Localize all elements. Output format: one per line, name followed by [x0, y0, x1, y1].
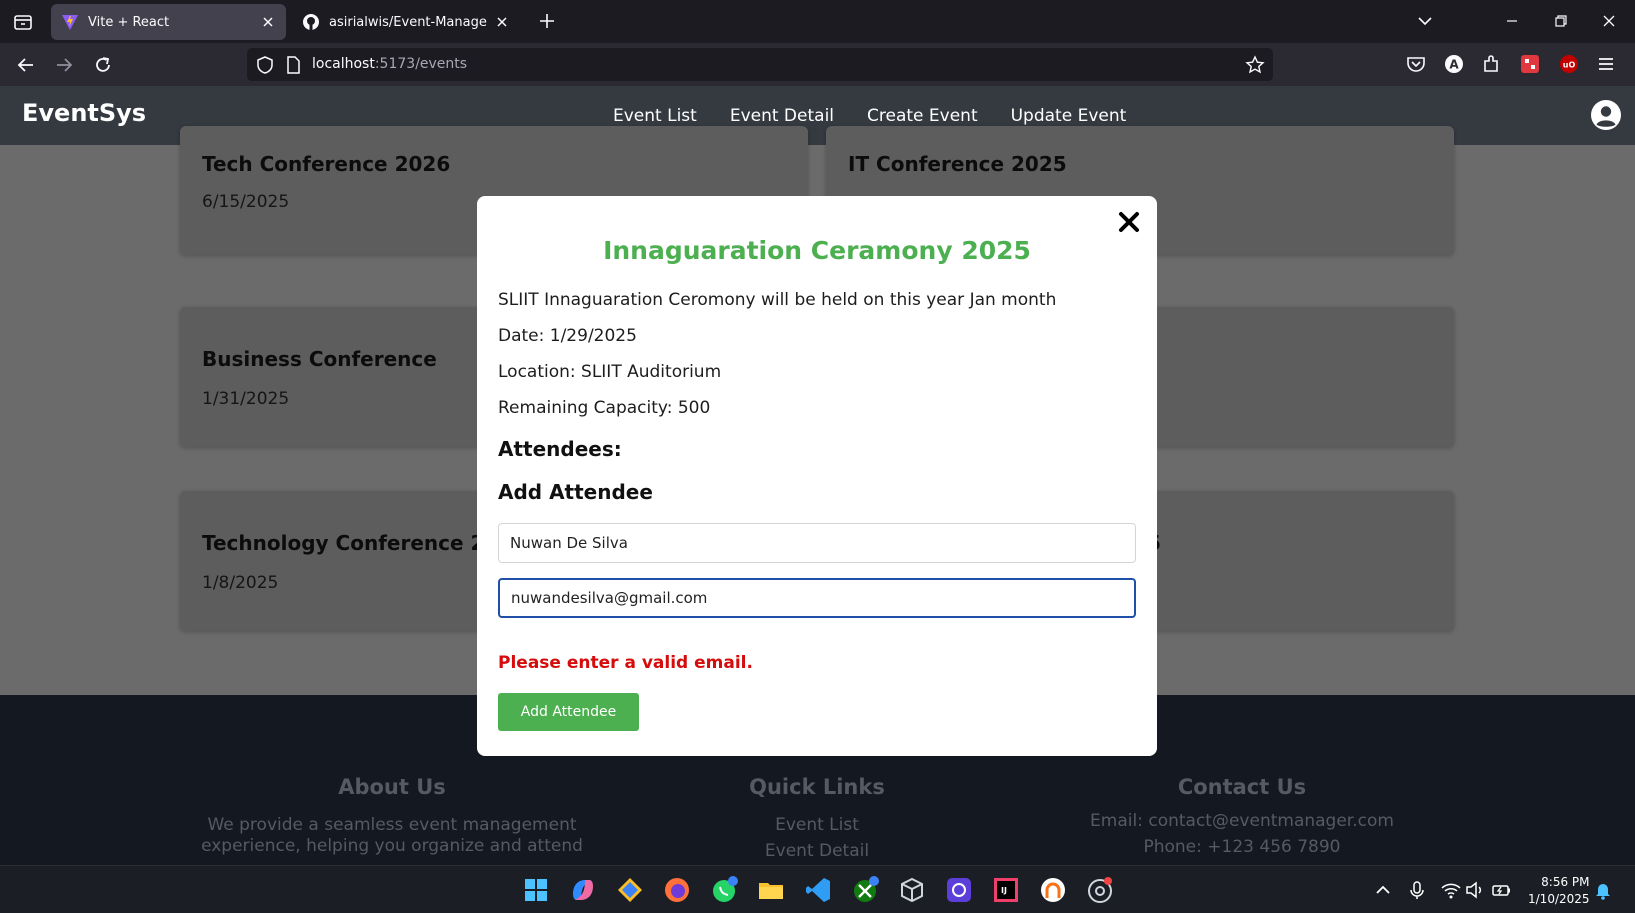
app-arch-icon[interactable]: [1039, 876, 1067, 904]
footer-contact-email: Email: contact@eventmanager.com: [1090, 811, 1394, 831]
bookmark-star-icon[interactable]: [1245, 55, 1265, 75]
clock-time: 8:56 PM: [1541, 875, 1590, 889]
volume-icon[interactable]: [1464, 879, 1486, 901]
event-title: Business Conference: [202, 347, 437, 371]
event-title: IT Conference 2025: [848, 152, 1067, 176]
footer-about-text: We provide a seamless event management: [207, 815, 577, 835]
chrome-dev-icon[interactable]: [1086, 876, 1114, 904]
event-title: Tech Conference 2026: [202, 152, 451, 176]
xbox-icon[interactable]: [851, 876, 879, 904]
tab-title: Vite + React: [88, 14, 170, 30]
footer-links: Quick Links Event List Event Detail: [667, 775, 967, 862]
event-date: 1/31/2025: [202, 389, 290, 409]
attendee-email-input[interactable]: [498, 578, 1136, 618]
event-detail-modal: Innaguaration Ceramony 2025 SLIIT Innagu…: [477, 196, 1157, 756]
svg-text:A: A: [1449, 58, 1459, 72]
url-text[interactable]: localhost:5173/events: [312, 56, 467, 72]
vite-icon: [62, 15, 78, 30]
vscode-icon[interactable]: [804, 876, 832, 904]
windows-taskbar: IJ 8:56 PM 1/10/2025: [0, 865, 1635, 913]
clock-date: 1/10/2025: [1528, 892, 1590, 906]
copilot-icon[interactable]: [569, 876, 597, 904]
pocket-icon[interactable]: [1404, 52, 1428, 76]
attendees-heading: Attendees:: [498, 437, 622, 461]
footer-contact: Contact Us Email: contact@eventmanager.c…: [1042, 775, 1442, 858]
svg-text:IJ: IJ: [1001, 886, 1007, 895]
add-attendee-heading: Add Attendee: [498, 480, 653, 504]
email-error-message: Please enter a valid email.: [498, 653, 753, 673]
chevron-down-icon[interactable]: [1412, 8, 1438, 34]
nav-update-event[interactable]: Update Event: [1011, 106, 1127, 126]
footer-contact-title: Contact Us: [1177, 775, 1307, 799]
event-capacity: Remaining Capacity: 500: [498, 398, 711, 418]
browser-tab-strip: Vite + React asirialwis/Event-Management…: [0, 0, 1635, 43]
battery-icon[interactable]: [1490, 879, 1512, 901]
event-location: Location: SLIIT Auditorium: [498, 362, 722, 382]
virtualbox-icon[interactable]: [898, 876, 926, 904]
menu-icon[interactable]: [1594, 52, 1618, 76]
tab-list-icon[interactable]: [10, 9, 36, 35]
extensions-icon[interactable]: [1480, 52, 1504, 76]
footer-link-event-detail[interactable]: Event Detail: [667, 841, 967, 862]
event-date: 6/15/2025: [202, 192, 290, 212]
notification-bell-icon[interactable]: [1592, 879, 1614, 901]
nav-event-detail[interactable]: Event Detail: [730, 106, 834, 126]
footer-links-title: Quick Links: [749, 775, 885, 799]
tab-vite-react[interactable]: Vite + React: [51, 4, 286, 40]
footer-about-text: experience, helping you organize and att…: [201, 836, 583, 856]
github-icon: [303, 14, 319, 30]
event-title: Technology Conference 20: [202, 531, 499, 555]
back-icon[interactable]: [13, 52, 39, 78]
system-clock[interactable]: 8:56 PM 1/10/2025: [1528, 874, 1590, 908]
wifi-icon[interactable]: [1440, 879, 1462, 901]
ublock-icon[interactable]: uO: [1557, 52, 1581, 76]
windows-start-icon[interactable]: [522, 876, 550, 904]
footer-link-event-list[interactable]: Event List: [667, 815, 967, 836]
close-icon[interactable]: [1116, 209, 1142, 235]
reload-icon[interactable]: [90, 52, 116, 78]
close-tab-icon[interactable]: [494, 14, 510, 30]
web-page: EventSys Event List Event Detail Create …: [0, 86, 1635, 865]
postman-icon[interactable]: [945, 876, 973, 904]
browser-toolbar: localhost:5173/events A uO: [0, 43, 1635, 86]
nav-event-list[interactable]: Event List: [613, 106, 697, 126]
footer-about: About Us We provide a seamless event man…: [192, 775, 592, 857]
account-icon[interactable]: A: [1442, 52, 1466, 76]
nav-create-event[interactable]: Create Event: [867, 106, 978, 126]
firefox-icon[interactable]: [663, 876, 691, 904]
minimize-icon[interactable]: [1499, 8, 1525, 34]
address-bar[interactable]: localhost:5173/events: [247, 48, 1273, 81]
tab-github[interactable]: asirialwis/Event-Management-S: [292, 4, 520, 40]
event-description: SLIIT Innaguaration Ceromony will be hel…: [498, 290, 1057, 310]
modal-title: Innaguaration Ceramony 2025: [603, 236, 1031, 265]
event-date: Date: 1/29/2025: [498, 326, 637, 346]
whatsapp-icon[interactable]: [710, 876, 738, 904]
footer-contact-phone: Phone: +123 456 7890: [1143, 837, 1341, 857]
app-diamond-icon[interactable]: [616, 876, 644, 904]
chevron-up-icon[interactable]: [1372, 879, 1394, 901]
shield-icon[interactable]: [255, 55, 275, 75]
intellij-icon[interactable]: IJ: [992, 876, 1020, 904]
footer-about-title: About Us: [338, 775, 446, 799]
new-tab-icon[interactable]: [536, 10, 558, 32]
svg-text:uO: uO: [1563, 61, 1576, 70]
microphone-icon[interactable]: [1406, 879, 1428, 901]
restore-icon[interactable]: [1548, 8, 1574, 34]
attendee-name-input[interactable]: [498, 523, 1136, 563]
file-explorer-icon[interactable]: [757, 876, 785, 904]
close-tab-icon[interactable]: [260, 14, 276, 30]
event-date: 1/8/2025: [202, 573, 279, 593]
user-account-icon[interactable]: [1590, 99, 1622, 131]
window-close-icon[interactable]: [1596, 8, 1622, 34]
brand-logo[interactable]: EventSys: [22, 99, 146, 127]
extension-red-icon[interactable]: [1518, 52, 1542, 76]
add-attendee-button[interactable]: Add Attendee: [498, 693, 639, 731]
main-nav: Event List Event Detail Create Event Upd…: [613, 106, 1126, 126]
forward-icon[interactable]: [51, 52, 77, 78]
page-icon[interactable]: [283, 55, 303, 75]
tab-title: asirialwis/Event-Management-S: [329, 14, 488, 30]
